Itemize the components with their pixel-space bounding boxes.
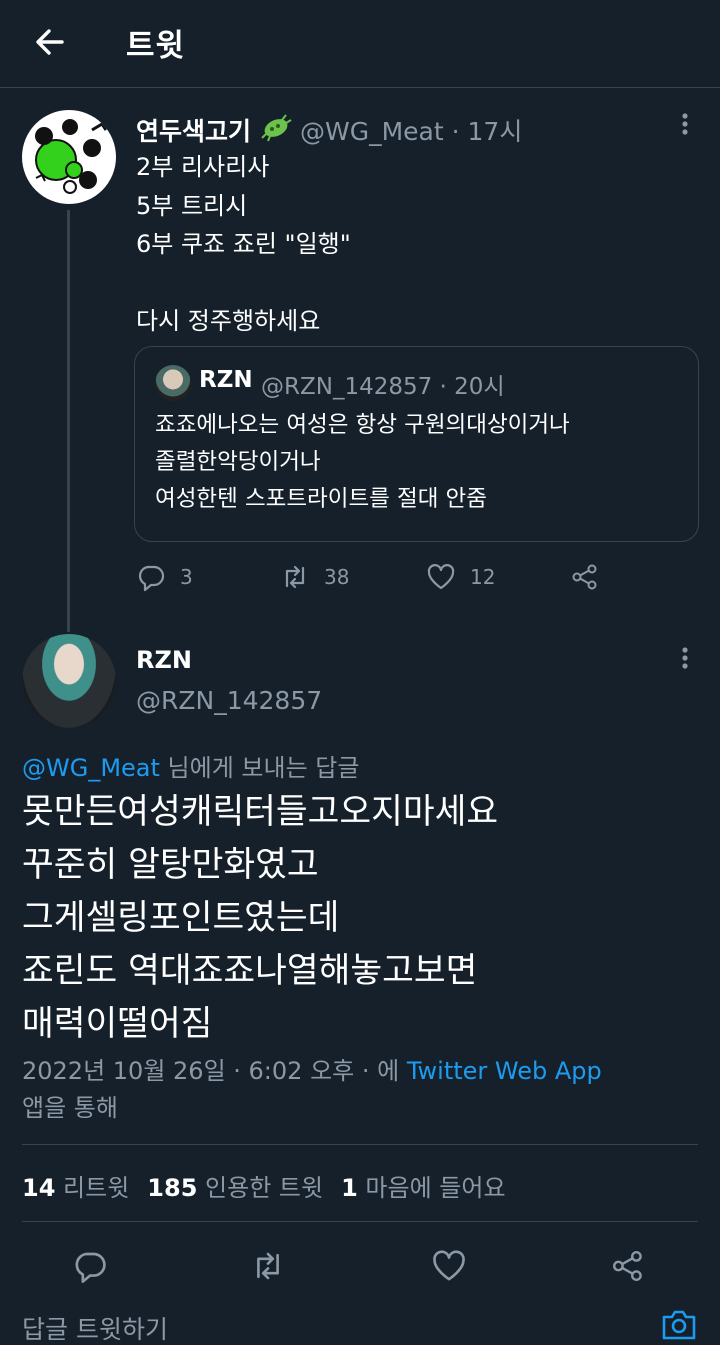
quoted-text: 죠죠에나오는 여성은 항상 구원의대상이거나 졸렬한악당이거나 여성한텐 스포트… (155, 412, 570, 512)
retweet-icon (285, 565, 305, 589)
source-app-link[interactable]: Twitter Web App (407, 1057, 602, 1085)
thread-connector (67, 210, 70, 632)
avatar[interactable] (22, 110, 116, 204)
retweets-count: 14 (22, 1174, 56, 1202)
reply-action[interactable]: 3 (136, 560, 193, 594)
reply-icon (138, 565, 165, 592)
quoted-meta: @RZN_142857 · 20시 (261, 374, 505, 400)
divider (22, 1221, 698, 1222)
quotes-count: 185 (147, 1174, 198, 1202)
likes-count: 1 (341, 1174, 358, 1202)
green-bug-emoji-icon (261, 114, 292, 142)
page-title: 트윗 (126, 28, 186, 64)
likes-label: 마음에 들어요 (365, 1174, 506, 1202)
heart-icon[interactable] (431, 1248, 467, 1284)
top-bar (0, 0, 720, 88)
reply-icon[interactable] (72, 1248, 108, 1284)
quoted-avatar (155, 365, 191, 401)
replying-to-label: 님에게 보내는 답글 (159, 754, 360, 782)
author-name[interactable]: RZN (136, 646, 192, 674)
reply-count: 3 (180, 565, 193, 589)
replying-to: @WG_Meat 님에게 보내는 답글 (22, 748, 359, 783)
share-icon[interactable] (610, 1248, 646, 1284)
timestamp-text: 2022년 10월 26일 · 6:02 오후 · 에 (22, 1057, 407, 1085)
retweets-stat[interactable]: 14 리트윗 (22, 1168, 129, 1203)
likes-stat[interactable]: 1 마음에 들어요 (341, 1168, 505, 1203)
avatar[interactable] (22, 634, 116, 728)
source-suffix: 앱을 통해 (22, 1094, 118, 1122)
tweet-text: 2부 리사리사 5부 트리시 6부 쿠죠 죠린 "일행" 다시 정주행하세요 (136, 153, 351, 335)
retweet-icon[interactable] (250, 1248, 286, 1284)
share-icon (572, 564, 597, 590)
tweet-timestamp: 2022년 10월 26일 · 6:02 오후 · 에 Twitter Web … (22, 1053, 682, 1127)
quotes-stat[interactable]: 185 인용한 트윗 (147, 1168, 323, 1203)
retweet-count: 38 (324, 565, 350, 589)
quoted-author-name: RZN (199, 367, 253, 393)
retweet-action[interactable]: 38 (280, 560, 349, 594)
like-action[interactable]: 12 (426, 560, 495, 594)
like-count: 12 (470, 565, 496, 589)
back-arrow-icon[interactable] (30, 22, 70, 62)
divider (22, 1144, 698, 1145)
author-handle[interactable]: @RZN_142857 (136, 686, 322, 715)
reply-input[interactable]: 답글 트윗하기 (22, 1310, 168, 1345)
quotes-label: 인용한 트윗 (205, 1174, 324, 1202)
quoted-tweet[interactable]: RZN @RZN_142857 · 20시 죠죠에나오는 여성은 항상 구원의대… (134, 346, 699, 542)
camera-icon[interactable] (660, 1306, 698, 1342)
share-action[interactable] (570, 560, 600, 594)
tweet-meta: @WG_Meat · 17시 (300, 117, 523, 146)
engagement-stats: 14 리트윗 185 인용한 트윗 1 마음에 들어요 (22, 1168, 506, 1203)
author-name[interactable]: 연두색고기 (136, 112, 251, 148)
more-options-icon[interactable] (670, 644, 700, 674)
heart-icon (427, 564, 455, 590)
more-options-icon[interactable] (670, 110, 700, 140)
retweets-label: 리트윗 (63, 1174, 130, 1202)
tweet-text: 못만든여성캐릭터들고오지마세요 꾸준히 알탕만화였고 그게셀링포인트였는데 죠린… (22, 792, 499, 1044)
replying-to-link[interactable]: @WG_Meat (22, 754, 160, 782)
